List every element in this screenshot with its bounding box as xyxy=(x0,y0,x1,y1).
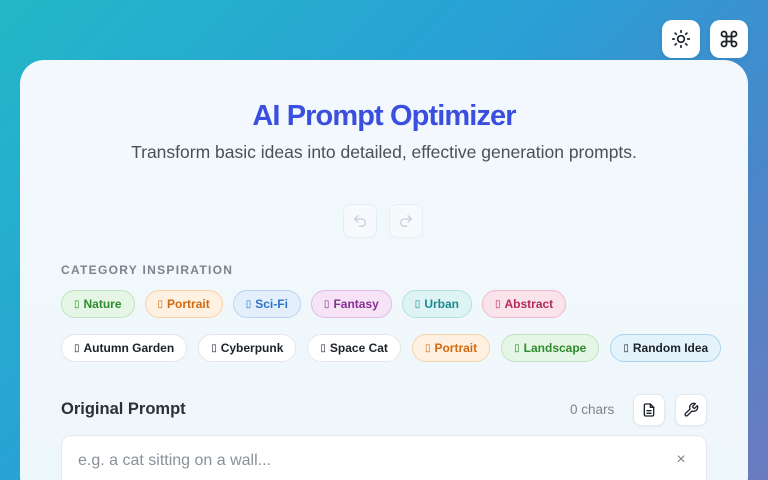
chip-space-cat[interactable]: ▯ Space Cat xyxy=(307,334,401,362)
castle-icon: ▯ xyxy=(323,298,330,310)
chip-label: Nature xyxy=(83,297,122,311)
undo-button[interactable] xyxy=(343,204,377,238)
chip-abstract[interactable]: ▯ Abstract xyxy=(481,290,567,318)
chip-urban[interactable]: ▯ Urban xyxy=(401,290,472,318)
chip-label: Portrait xyxy=(434,341,478,355)
chip-sci-fi[interactable]: ▯ Sci-Fi xyxy=(232,290,301,318)
chip-label: Random Idea xyxy=(632,341,709,355)
chip-landscape[interactable]: ▯ Landscape xyxy=(501,334,600,362)
palette-icon: ▯ xyxy=(494,298,501,310)
chip-label: Fantasy xyxy=(333,297,379,311)
clear-button[interactable]: × xyxy=(670,449,692,471)
chip-fantasy[interactable]: ▯ Fantasy xyxy=(310,290,392,318)
chip-label: Abstract xyxy=(504,297,554,311)
chip-label: Sci-Fi xyxy=(255,297,288,311)
chip-cyberpunk[interactable]: ▯ Cyberpunk xyxy=(198,334,297,362)
dice-icon: ▯ xyxy=(623,342,629,354)
command-icon xyxy=(720,30,738,48)
prompt-input-box: × xyxy=(61,435,707,480)
chip-nature[interactable]: ▯ Nature xyxy=(61,290,135,318)
char-count: 0 chars xyxy=(570,402,615,417)
tools-button[interactable] xyxy=(675,394,707,426)
theme-toggle-button[interactable] xyxy=(662,20,700,58)
template-button[interactable] xyxy=(633,394,665,426)
document-icon xyxy=(643,403,655,417)
chip-random-idea[interactable]: ▯ Random Idea xyxy=(610,334,722,362)
undo-icon xyxy=(354,215,366,227)
page-title: AI Prompt Optimizer xyxy=(252,100,516,132)
rocket-icon: ▯ xyxy=(245,298,252,310)
suggestion-chip-row: ▯ Autumn Garden ▯ Cyberpunk ▯ Space Cat ▯ Portr… xyxy=(61,334,722,362)
mountain-icon: ▯ xyxy=(514,342,520,354)
robot-icon: ▯ xyxy=(211,342,217,354)
chip-label: Autumn Garden xyxy=(83,341,175,355)
original-prompt-input[interactable] xyxy=(78,448,658,474)
sun-icon xyxy=(671,29,691,49)
page-subtitle: Transform basic ideas into detailed, eff… xyxy=(131,142,637,162)
wrench-icon xyxy=(684,402,699,417)
cat-icon: ▯ xyxy=(320,342,326,354)
command-palette-button[interactable] xyxy=(710,20,748,58)
person-icon: ▯ xyxy=(424,342,431,354)
chip-portrait[interactable]: ▯ Portrait xyxy=(411,334,491,362)
chip-label: Urban xyxy=(424,297,459,311)
redo-icon xyxy=(400,215,412,227)
main-card: AI Prompt Optimizer Transform basic idea… xyxy=(20,60,748,480)
chip-portrait[interactable]: ▯ Portrait xyxy=(144,290,223,318)
chip-label: Cyberpunk xyxy=(220,341,284,355)
chip-label: Space Cat xyxy=(329,341,388,355)
chip-label: Landscape xyxy=(523,341,587,355)
chip-autumn-garden[interactable]: ▯ Autumn Garden xyxy=(61,334,188,362)
city-icon: ▯ xyxy=(414,298,421,310)
chip-label: Portrait xyxy=(167,297,210,311)
leaf-icon: ▯ xyxy=(74,342,80,354)
redo-button[interactable] xyxy=(389,204,423,238)
category-chip-row: ▯ Nature ▯ Portrait ▯ Sci-Fi ▯ Fantasy ▯ Urban ▯ Ab… xyxy=(61,290,567,318)
person-icon: ▯ xyxy=(157,298,164,310)
leaf-icon: ▯ xyxy=(74,298,80,310)
original-prompt-label: Original Prompt xyxy=(61,400,186,418)
category-section-label: CATEGORY INSPIRATION xyxy=(61,263,234,277)
